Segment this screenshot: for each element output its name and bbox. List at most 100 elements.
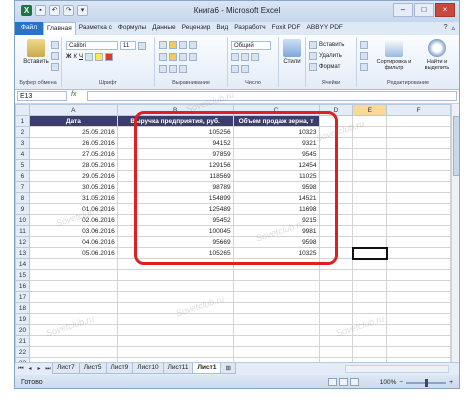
table-row[interactable]: 21 xyxy=(15,335,451,347)
normal-view-icon[interactable] xyxy=(328,378,337,386)
page-layout-view-icon[interactable] xyxy=(339,378,348,386)
zoom-slider-handle[interactable] xyxy=(425,378,429,387)
copy-icon[interactable] xyxy=(51,52,59,60)
percent-icon[interactable] xyxy=(241,53,249,61)
orientation-icon[interactable] xyxy=(179,65,187,73)
row-header[interactable]: 8 xyxy=(15,192,30,204)
page-break-view-icon[interactable] xyxy=(350,378,359,386)
tab-data[interactable]: Данные xyxy=(149,22,178,35)
table-cell[interactable] xyxy=(352,170,388,182)
insert-sheet-icon[interactable]: ⊞ xyxy=(220,363,236,374)
wrap-text-icon[interactable] xyxy=(189,41,197,49)
tab-view[interactable]: Вид xyxy=(213,22,231,35)
table-cell[interactable] xyxy=(352,214,388,226)
table-cell[interactable] xyxy=(28,335,118,347)
tab-page-layout[interactable]: Разметка с xyxy=(76,22,115,35)
table-cell[interactable] xyxy=(386,247,451,259)
delete-cells-button[interactable]: Удалить xyxy=(319,53,342,59)
font-name-select[interactable]: Calibri xyxy=(66,41,118,50)
font-color-icon[interactable] xyxy=(104,53,113,61)
format-cells-button[interactable]: Формат xyxy=(319,64,340,70)
table-cell[interactable] xyxy=(352,159,388,171)
table-cell[interactable] xyxy=(28,302,118,314)
table-cell[interactable] xyxy=(352,148,388,160)
row-header[interactable]: 18 xyxy=(15,302,30,314)
align-top-icon[interactable] xyxy=(159,41,167,49)
table-cell[interactable] xyxy=(386,291,451,303)
selected-cell[interactable] xyxy=(351,246,388,260)
table-cell[interactable] xyxy=(352,335,388,347)
minimize-button[interactable]: – xyxy=(393,3,413,17)
table-cell[interactable] xyxy=(386,181,451,193)
align-left-icon[interactable] xyxy=(159,53,167,61)
cell-date[interactable]: 03.06.2016 xyxy=(28,225,118,237)
table-cell[interactable] xyxy=(386,225,451,237)
tab-developer[interactable]: Разработч xyxy=(231,22,268,35)
table-cell[interactable] xyxy=(28,258,118,270)
table-cell[interactable] xyxy=(352,269,388,281)
vertical-scrollbar[interactable] xyxy=(451,104,459,362)
table-cell[interactable] xyxy=(386,192,451,204)
table-cell[interactable] xyxy=(386,258,451,270)
cell-date[interactable]: 27.05.2016 xyxy=(28,148,118,160)
table-cell[interactable] xyxy=(352,225,388,237)
clear-icon[interactable] xyxy=(360,63,368,71)
table-cell[interactable] xyxy=(386,346,451,358)
cell-date[interactable]: 25.05.2016 xyxy=(28,126,118,138)
maximize-button[interactable]: □ xyxy=(414,3,434,17)
table-cell[interactable] xyxy=(386,335,451,347)
zoom-in-icon[interactable]: + xyxy=(449,379,453,386)
table-cell[interactable] xyxy=(318,313,354,325)
row-header[interactable]: 14 xyxy=(15,258,30,270)
table-cell[interactable] xyxy=(386,159,451,171)
underline-button[interactable]: Ч xyxy=(79,54,83,60)
decrease-indent-icon[interactable] xyxy=(159,65,167,73)
table-cell[interactable] xyxy=(116,346,234,358)
cell-date[interactable]: 04.06.2016 xyxy=(28,236,118,248)
tab-foxit-pdf[interactable]: Foxit PDF xyxy=(269,22,304,35)
column-header-f[interactable]: F xyxy=(386,104,451,116)
table-cell[interactable] xyxy=(352,258,388,270)
table-cell[interactable] xyxy=(352,346,388,358)
vertical-scroll-thumb[interactable] xyxy=(453,116,459,176)
table-cell[interactable] xyxy=(386,203,451,215)
cell-date[interactable]: 28.05.2016 xyxy=(28,159,118,171)
cell-date[interactable]: 05.06.2016 xyxy=(28,247,118,259)
table-cell[interactable] xyxy=(318,280,354,292)
paste-button[interactable]: Вставить xyxy=(21,39,51,65)
table-cell[interactable] xyxy=(352,192,388,204)
table-cell[interactable] xyxy=(116,313,234,325)
table-cell[interactable] xyxy=(232,346,320,358)
bold-button[interactable]: Ж xyxy=(66,54,71,60)
zoom-level[interactable]: 100% xyxy=(380,379,397,386)
close-button[interactable]: × xyxy=(435,3,455,17)
table-cell[interactable] xyxy=(116,324,234,336)
select-all-corner[interactable] xyxy=(15,104,30,116)
fill-icon[interactable] xyxy=(360,52,368,60)
sheet-tab[interactable]: Лист10 xyxy=(132,363,164,374)
table-cell[interactable] xyxy=(28,280,118,292)
merge-cells-icon[interactable] xyxy=(189,53,197,61)
row-header[interactable]: 9 xyxy=(15,203,30,215)
table-cell[interactable] xyxy=(318,291,354,303)
cut-icon[interactable] xyxy=(51,41,59,49)
cell-date[interactable]: 26.05.2016 xyxy=(28,137,118,149)
table-cell[interactable] xyxy=(232,302,320,314)
align-center-icon[interactable] xyxy=(169,53,177,61)
header-cell-date[interactable]: Дата xyxy=(28,115,118,127)
first-sheet-icon[interactable]: ⏮ xyxy=(17,365,25,373)
formula-input[interactable] xyxy=(87,91,457,101)
sheet-tab[interactable]: Лист7 xyxy=(52,363,80,374)
find-select-button[interactable]: Найти и выделить xyxy=(417,39,457,71)
column-header-a[interactable]: A xyxy=(28,104,118,116)
prev-sheet-icon[interactable]: ◂ xyxy=(26,365,34,373)
sheet-tab[interactable]: Лист5 xyxy=(78,363,107,374)
row-header[interactable]: 15 xyxy=(15,269,30,281)
tab-home[interactable]: Главная xyxy=(42,22,76,35)
tab-abbyy-pdf[interactable]: ABBYY PDF xyxy=(304,22,346,35)
table-cell[interactable] xyxy=(386,280,451,292)
cell-date[interactable]: 30.05.2016 xyxy=(28,181,118,193)
row-header[interactable]: 19 xyxy=(15,313,30,325)
table-cell[interactable] xyxy=(352,203,388,215)
table-cell[interactable] xyxy=(232,335,320,347)
